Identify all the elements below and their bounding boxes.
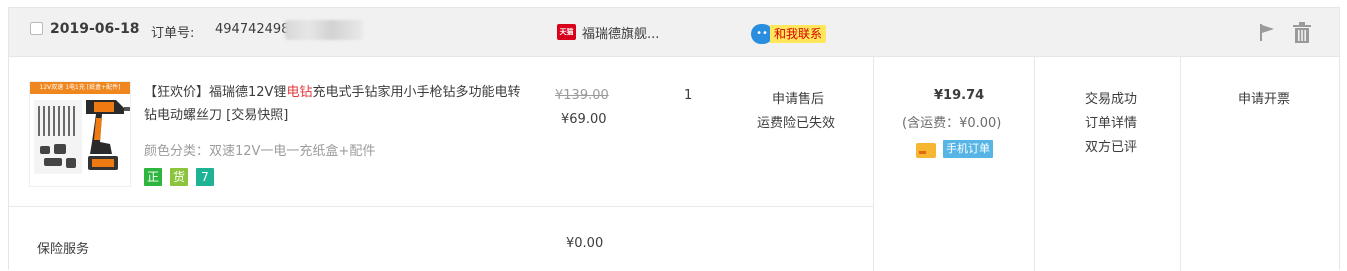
order-date: 2019-06-18 bbox=[50, 21, 140, 37]
seven-day-return-badge-icon[interactable]: 7 bbox=[196, 168, 214, 186]
insurance-service-label: 保险服务 bbox=[37, 242, 90, 257]
card-icon bbox=[916, 143, 936, 158]
request-invoice-link[interactable]: 申请开票 bbox=[1238, 88, 1290, 107]
trash-icon[interactable] bbox=[1292, 22, 1312, 44]
order-header: 2019-06-18 订单号: 4947424987 天猫 福瑞德旗舰... •… bbox=[9, 8, 1339, 57]
current-price: ¥69.00 bbox=[561, 112, 607, 127]
contact-seller-label: 和我联系 bbox=[770, 25, 827, 43]
order-total: ¥19.74 bbox=[934, 88, 985, 103]
insurance-status: 运费险已失效 bbox=[757, 116, 836, 131]
order-number-label: 订单号: bbox=[151, 26, 195, 41]
flag-icon[interactable] bbox=[1257, 22, 1277, 42]
product-title-link[interactable]: 【狂欢价】福瑞德12V锂电钻充电式手钻家用小手枪钻多功能电转钻电动螺丝刀 [交易… bbox=[144, 81, 529, 127]
tmall-shop-icon: 天猫 bbox=[557, 24, 576, 40]
product-sku: 颜色分类：双速12V一电一充纸盒+配件 bbox=[144, 144, 376, 159]
thumbnail-band: 12V双速 1电1充 [纸盒+配件] bbox=[30, 82, 130, 94]
shop-name-link[interactable]: 福瑞德旗舰... bbox=[582, 23, 659, 42]
order-checkbox[interactable] bbox=[30, 22, 43, 35]
after-sale-link[interactable]: 申请售后 bbox=[772, 88, 824, 107]
product-thumbnail[interactable]: 12V双速 1电1充 [纸盒+配件] bbox=[29, 81, 131, 187]
product-title-prefix: 【狂欢价】福瑞德12V锂 bbox=[144, 85, 287, 100]
freight-note: (含运费：¥0.00) bbox=[902, 116, 1002, 131]
review-status-link[interactable]: 双方已评 bbox=[1085, 136, 1137, 155]
original-price: ¥139.00 bbox=[555, 88, 609, 103]
drill-kit-image bbox=[34, 100, 130, 174]
row-divider bbox=[9, 206, 873, 207]
product-title-highlight: 电钻 bbox=[286, 85, 313, 100]
genuine-badge-icon[interactable]: 正 bbox=[144, 168, 162, 186]
delivery-badge-icon[interactable]: 货 bbox=[170, 168, 188, 186]
order-details-link[interactable]: 订单详情 bbox=[1085, 112, 1137, 131]
column-divider bbox=[1034, 57, 1035, 271]
trade-status: 交易成功 bbox=[1085, 92, 1138, 107]
order-number-redaction bbox=[285, 20, 363, 40]
column-divider bbox=[873, 57, 874, 271]
quantity: 1 bbox=[684, 88, 693, 103]
insurance-service-price: ¥0.00 bbox=[566, 236, 604, 251]
order-card: 2019-06-18 订单号: 4947424987 天猫 福瑞德旗舰... •… bbox=[8, 7, 1340, 271]
mobile-order-tag: 手机订单 bbox=[943, 140, 993, 158]
column-divider bbox=[1180, 57, 1181, 271]
